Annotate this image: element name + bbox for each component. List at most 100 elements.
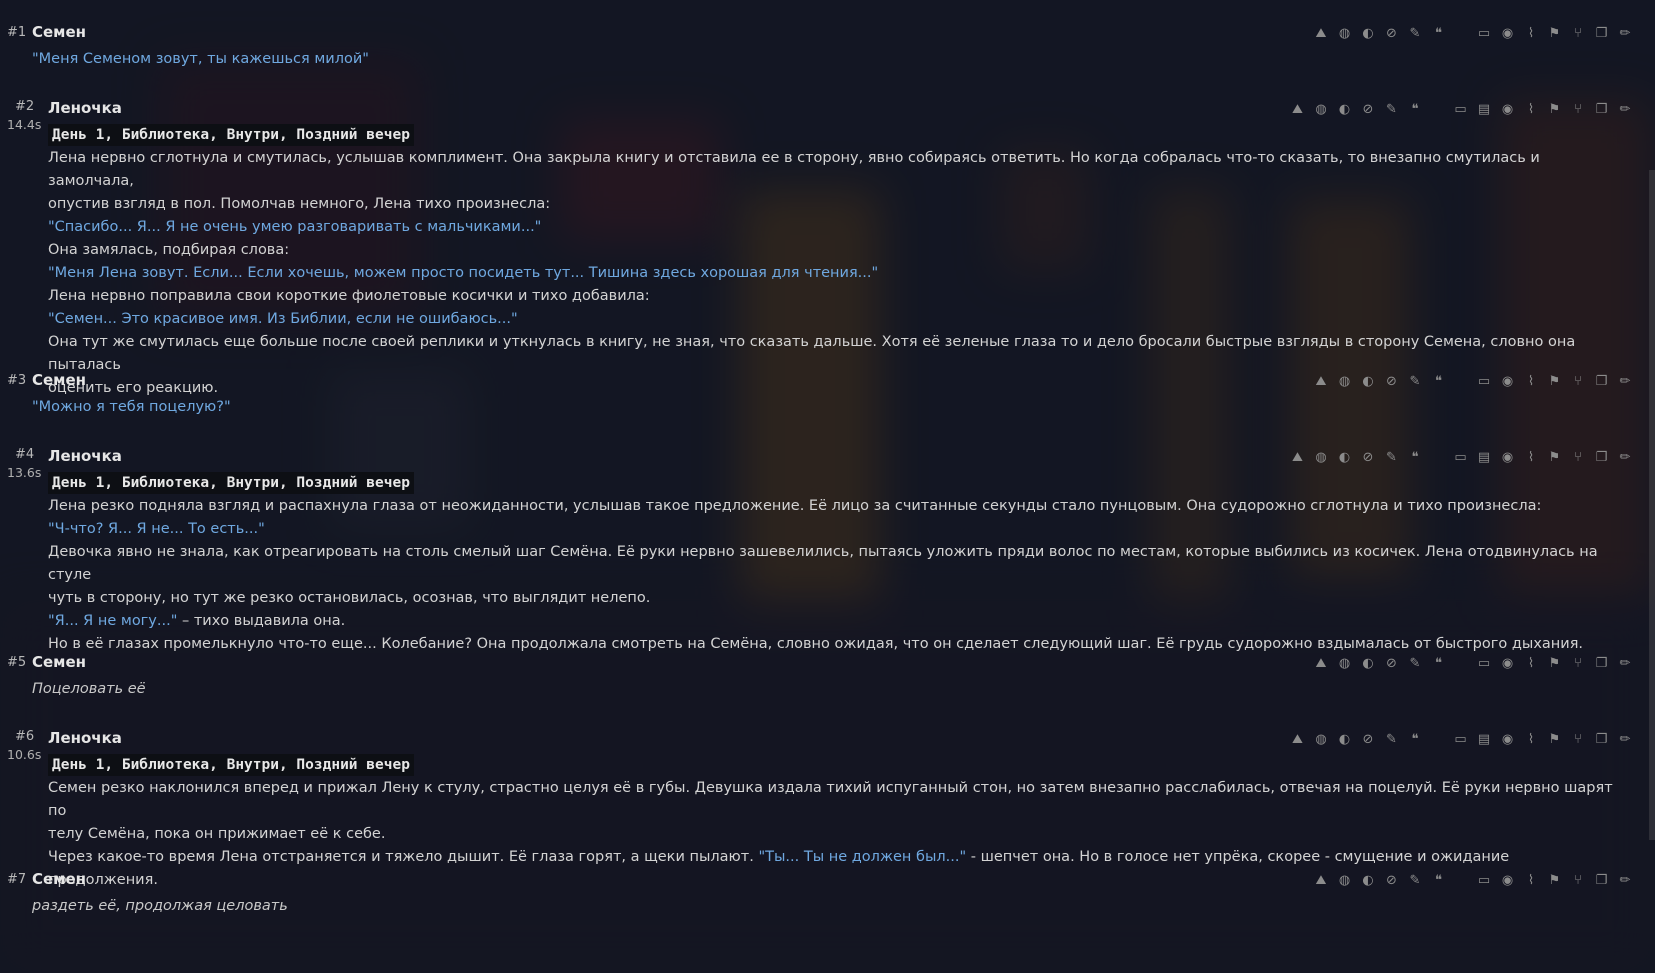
globe-icon[interactable]: ◍	[1313, 731, 1329, 747]
branch-icon[interactable]: ⑂	[1570, 101, 1586, 117]
brain-icon[interactable]: ◐	[1337, 449, 1353, 465]
brain-icon[interactable]: ◐	[1360, 872, 1376, 888]
copy-icon[interactable]: ❐	[1594, 655, 1610, 671]
globe-icon[interactable]: ◍	[1313, 101, 1329, 117]
ban-icon[interactable]: ⊘	[1384, 655, 1400, 671]
eye-icon[interactable]: ◉	[1500, 373, 1516, 389]
quote-icon[interactable]: ❝	[1407, 449, 1423, 465]
paperclip-icon[interactable]: ⌇	[1523, 373, 1539, 389]
globe-icon[interactable]: ◍	[1337, 25, 1353, 41]
branch-icon[interactable]: ⑂	[1570, 655, 1586, 671]
edit-icon[interactable]: ✏	[1617, 25, 1633, 41]
ban-icon[interactable]: ⊘	[1384, 872, 1400, 888]
alt-text-icon[interactable]: ▭	[1453, 449, 1469, 465]
quote-icon[interactable]: ❝	[1407, 101, 1423, 117]
ban-icon[interactable]: ⊘	[1360, 101, 1376, 117]
alt-text-icon[interactable]: ▭	[1453, 101, 1469, 117]
branch-icon[interactable]: ⑂	[1570, 449, 1586, 465]
quote-icon[interactable]: ❝	[1431, 655, 1447, 671]
eye-icon[interactable]: ◉	[1500, 449, 1516, 465]
copy-icon[interactable]: ❐	[1594, 25, 1610, 41]
paperclip-icon[interactable]: ⌇	[1523, 872, 1539, 888]
paperclip-icon[interactable]: ⌇	[1523, 25, 1539, 41]
flag-icon[interactable]: ⚑	[1547, 731, 1563, 747]
globe-icon[interactable]: ◍	[1337, 872, 1353, 888]
translate-icon[interactable]: ⛰	[1313, 872, 1329, 888]
text-line: "Можно я тебя поцелую?"	[32, 396, 1619, 419]
prompt-icon[interactable]: ▤	[1476, 449, 1492, 465]
brush-icon[interactable]: ✎	[1407, 872, 1423, 888]
paperclip-icon[interactable]: ⌇	[1523, 101, 1539, 117]
globe-icon[interactable]: ◍	[1313, 449, 1329, 465]
branch-icon[interactable]: ⑂	[1570, 373, 1586, 389]
paperclip-icon[interactable]: ⌇	[1523, 731, 1539, 747]
eye-icon[interactable]: ◉	[1500, 655, 1516, 671]
brain-icon[interactable]: ◐	[1337, 731, 1353, 747]
eye-icon[interactable]: ◉	[1500, 101, 1516, 117]
alt-text-icon[interactable]: ▭	[1476, 25, 1492, 41]
copy-icon[interactable]: ❐	[1594, 449, 1610, 465]
brush-icon[interactable]: ✎	[1384, 101, 1400, 117]
translate-icon[interactable]: ⛰	[1313, 25, 1329, 41]
alt-text-icon[interactable]: ▭	[1476, 872, 1492, 888]
globe-icon[interactable]: ◍	[1337, 373, 1353, 389]
edit-icon[interactable]: ✏	[1617, 449, 1633, 465]
flag-icon[interactable]: ⚑	[1547, 25, 1563, 41]
eye-icon[interactable]: ◉	[1500, 25, 1516, 41]
paperclip-icon[interactable]: ⌇	[1523, 655, 1539, 671]
edit-icon[interactable]: ✏	[1617, 731, 1633, 747]
quote-icon[interactable]: ❝	[1431, 373, 1447, 389]
translate-icon[interactable]: ⛰	[1290, 101, 1306, 117]
message-author: Семен	[32, 371, 86, 389]
dialogue-quote: "Семен... Это красивое имя. Из Библии, е…	[48, 311, 518, 327]
paperclip-icon[interactable]: ⌇	[1523, 449, 1539, 465]
brush-icon[interactable]: ✎	[1407, 25, 1423, 41]
branch-icon[interactable]: ⑂	[1570, 731, 1586, 747]
brain-icon[interactable]: ◐	[1360, 373, 1376, 389]
flag-icon[interactable]: ⚑	[1547, 449, 1563, 465]
copy-icon[interactable]: ❐	[1594, 872, 1610, 888]
brush-icon[interactable]: ✎	[1384, 731, 1400, 747]
prompt-icon[interactable]: ▤	[1476, 101, 1492, 117]
copy-icon[interactable]: ❐	[1594, 373, 1610, 389]
alt-text-icon[interactable]: ▭	[1453, 731, 1469, 747]
translate-icon[interactable]: ⛰	[1313, 655, 1329, 671]
ban-icon[interactable]: ⊘	[1384, 25, 1400, 41]
flag-icon[interactable]: ⚑	[1547, 872, 1563, 888]
brain-icon[interactable]: ◐	[1360, 25, 1376, 41]
ban-icon[interactable]: ⊘	[1384, 373, 1400, 389]
quote-icon[interactable]: ❝	[1431, 25, 1447, 41]
quote-icon[interactable]: ❝	[1407, 731, 1423, 747]
flag-icon[interactable]: ⚑	[1547, 373, 1563, 389]
eye-icon[interactable]: ◉	[1500, 872, 1516, 888]
branch-icon[interactable]: ⑂	[1570, 25, 1586, 41]
prompt-icon[interactable]: ▤	[1476, 731, 1492, 747]
copy-icon[interactable]: ❐	[1594, 731, 1610, 747]
edit-icon[interactable]: ✏	[1617, 373, 1633, 389]
brush-icon[interactable]: ✎	[1407, 373, 1423, 389]
brush-icon[interactable]: ✎	[1384, 449, 1400, 465]
narration-text: опустив взгляд в пол. Помолчав немного, …	[48, 196, 551, 212]
scrollbar[interactable]	[1649, 170, 1655, 840]
branch-icon[interactable]: ⑂	[1570, 872, 1586, 888]
edit-icon[interactable]: ✏	[1617, 872, 1633, 888]
quote-icon[interactable]: ❝	[1431, 872, 1447, 888]
eye-icon[interactable]: ◉	[1500, 731, 1516, 747]
edit-icon[interactable]: ✏	[1617, 655, 1633, 671]
dialogue-quote: "Спасибо... Я... Я не очень умею разгова…	[48, 219, 542, 235]
brain-icon[interactable]: ◐	[1337, 101, 1353, 117]
alt-text-icon[interactable]: ▭	[1476, 655, 1492, 671]
edit-icon[interactable]: ✏	[1617, 101, 1633, 117]
ban-icon[interactable]: ⊘	[1360, 449, 1376, 465]
translate-icon[interactable]: ⛰	[1290, 449, 1306, 465]
globe-icon[interactable]: ◍	[1337, 655, 1353, 671]
copy-icon[interactable]: ❐	[1594, 101, 1610, 117]
translate-icon[interactable]: ⛰	[1290, 731, 1306, 747]
flag-icon[interactable]: ⚑	[1547, 101, 1563, 117]
brain-icon[interactable]: ◐	[1360, 655, 1376, 671]
brush-icon[interactable]: ✎	[1407, 655, 1423, 671]
alt-text-icon[interactable]: ▭	[1476, 373, 1492, 389]
flag-icon[interactable]: ⚑	[1547, 655, 1563, 671]
ban-icon[interactable]: ⊘	[1360, 731, 1376, 747]
translate-icon[interactable]: ⛰	[1313, 373, 1329, 389]
